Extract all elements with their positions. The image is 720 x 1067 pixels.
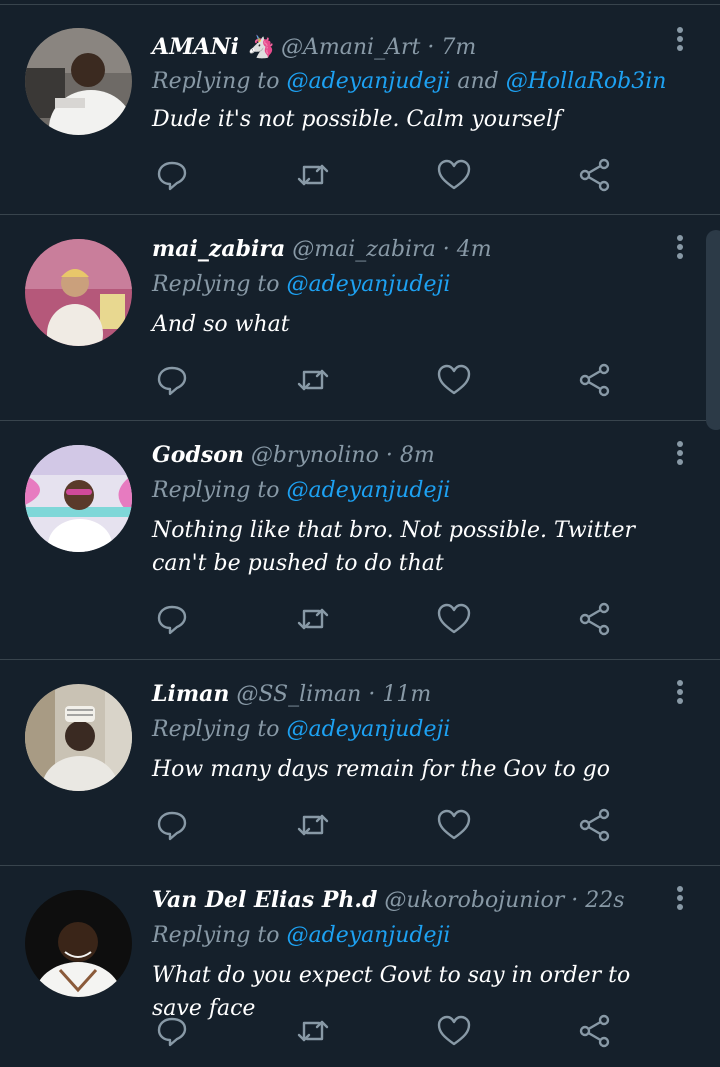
- avatar[interactable]: [25, 239, 132, 346]
- like-icon[interactable]: [436, 807, 472, 843]
- reply-icon[interactable]: [154, 807, 190, 843]
- user-handle[interactable]: @mai_zabira: [292, 237, 435, 262]
- reply-icon[interactable]: [154, 362, 190, 398]
- tweet-text: And so what: [152, 312, 290, 337]
- timestamp[interactable]: 4m: [457, 237, 492, 262]
- tweet-actions: [152, 157, 622, 193]
- separator-dot: ·: [442, 237, 450, 262]
- tweet-item[interactable]: Van Del Elias Ph.d @ukorobojunior · 22s …: [0, 866, 720, 1067]
- mention-join: and: [450, 69, 506, 94]
- tweet-header: mai_zabira @mai_zabira · 4m: [152, 234, 492, 265]
- avatar[interactable]: [25, 28, 132, 135]
- avatar[interactable]: [25, 684, 132, 791]
- more-icon[interactable]: [670, 233, 690, 263]
- separator-dot: ·: [571, 888, 579, 913]
- tweet-header: Godson @brynolino · 8m: [152, 440, 435, 471]
- replying-to: Replying to @adeyanjudeji: [152, 921, 450, 951]
- reply-icon[interactable]: [154, 601, 190, 637]
- user-handle[interactable]: @ukorobojunior: [384, 888, 564, 913]
- tweet-item[interactable]: Godson @brynolino · 8m Replying to @adey…: [0, 421, 720, 660]
- tweet-actions: [152, 1013, 622, 1049]
- replying-to: Replying to @adeyanjudeji: [152, 715, 450, 745]
- mention-link[interactable]: @adeyanjudeji: [287, 923, 451, 948]
- like-icon[interactable]: [436, 601, 472, 637]
- separator-dot: ·: [385, 443, 393, 468]
- share-icon[interactable]: [577, 157, 613, 193]
- replying-prefix: Replying to: [152, 69, 287, 94]
- like-icon[interactable]: [436, 157, 472, 193]
- tweet-text: How many days remain for the Gov to go: [152, 757, 611, 782]
- tweet-text: Nothing like that bro. Not possible. Twi…: [152, 518, 635, 576]
- tweet-actions: [152, 601, 622, 637]
- retweet-icon[interactable]: [295, 1013, 331, 1049]
- replying-prefix: Replying to: [152, 717, 287, 742]
- display-name[interactable]: Godson: [152, 442, 244, 468]
- tweet-header: Liman @SS_liman · 11m: [152, 679, 431, 710]
- replying-to: Replying to @adeyanjudeji: [152, 476, 450, 506]
- timestamp[interactable]: 7m: [441, 35, 476, 60]
- more-icon[interactable]: [670, 884, 690, 914]
- mention-link[interactable]: @adeyanjudeji: [287, 478, 451, 503]
- retweet-icon[interactable]: [295, 157, 331, 193]
- more-icon[interactable]: [670, 25, 690, 55]
- timestamp[interactable]: 22s: [585, 888, 624, 913]
- mention-link[interactable]: @HollaRob3in: [506, 69, 667, 94]
- avatar[interactable]: [25, 890, 132, 997]
- timestamp[interactable]: 11m: [382, 682, 431, 707]
- mention-link[interactable]: @adeyanjudeji: [287, 717, 451, 742]
- reply-icon[interactable]: [154, 157, 190, 193]
- like-icon[interactable]: [436, 1013, 472, 1049]
- reply-icon[interactable]: [154, 1013, 190, 1049]
- retweet-icon[interactable]: [295, 807, 331, 843]
- user-handle[interactable]: @SS_liman: [236, 682, 361, 707]
- tweet-item[interactable]: AMANi 🦄 @Amani_Art · 7m Replying to @ade…: [0, 5, 720, 215]
- share-icon[interactable]: [577, 362, 613, 398]
- share-icon[interactable]: [577, 807, 613, 843]
- scrollbar-thumb[interactable]: [706, 230, 720, 430]
- tweet-header: Van Del Elias Ph.d @ukorobojunior · 22s: [152, 885, 625, 916]
- timestamp[interactable]: 8m: [400, 443, 435, 468]
- tweet-header: AMANi 🦄 @Amani_Art · 7m: [152, 32, 476, 63]
- tweet-text: Dude it's not possible. Calm yourself: [152, 107, 562, 132]
- separator-dot: ·: [427, 35, 435, 60]
- share-icon[interactable]: [577, 1013, 613, 1049]
- more-icon[interactable]: [670, 678, 690, 708]
- mention-link[interactable]: @adeyanjudeji: [287, 69, 451, 94]
- more-icon[interactable]: [670, 439, 690, 469]
- replying-to: Replying to @adeyanjudeji and @HollaRob3…: [152, 67, 666, 97]
- retweet-icon[interactable]: [295, 362, 331, 398]
- user-handle[interactable]: @Amani_Art: [281, 35, 420, 60]
- replying-prefix: Replying to: [152, 478, 287, 503]
- tweet-item[interactable]: Liman @SS_liman · 11m Replying to @adeya…: [0, 660, 720, 866]
- mention-link[interactable]: @adeyanjudeji: [287, 272, 451, 297]
- replying-prefix: Replying to: [152, 272, 287, 297]
- share-icon[interactable]: [577, 601, 613, 637]
- display-name[interactable]: Liman: [152, 681, 229, 707]
- avatar[interactable]: [25, 445, 132, 552]
- tweet-actions: [152, 807, 622, 843]
- like-icon[interactable]: [436, 362, 472, 398]
- display-name[interactable]: mai_zabira: [152, 236, 285, 262]
- replying-prefix: Replying to: [152, 923, 287, 948]
- display-name[interactable]: Van Del Elias Ph.d: [152, 887, 377, 913]
- tweet-item[interactable]: mai_zabira @mai_zabira · 4m Replying to …: [0, 215, 720, 421]
- user-handle[interactable]: @brynolino: [251, 443, 379, 468]
- separator-dot: ·: [368, 682, 376, 707]
- replying-to: Replying to @adeyanjudeji: [152, 270, 450, 300]
- display-name[interactable]: AMANi 🦄: [152, 34, 274, 60]
- tweet-actions: [152, 362, 622, 398]
- retweet-icon[interactable]: [295, 601, 331, 637]
